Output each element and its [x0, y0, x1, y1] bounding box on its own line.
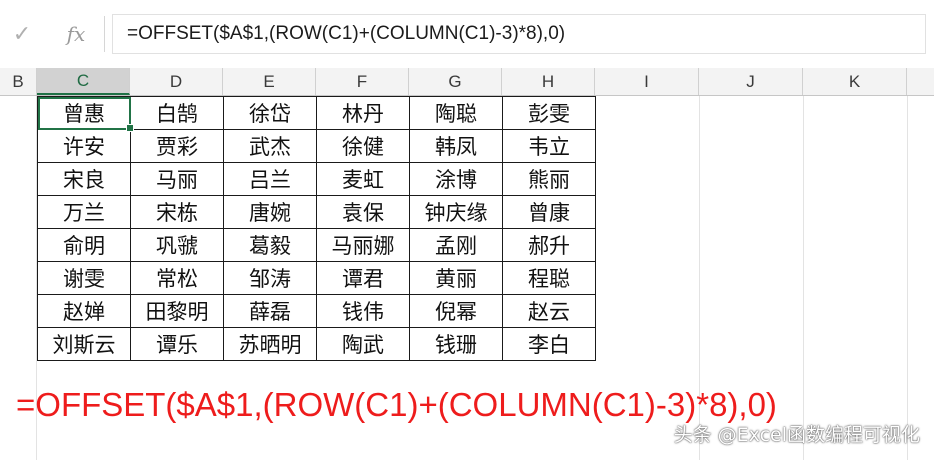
- formula-annotation: =OFFSET($A$1,(ROW(C1)+(COLUMN(C1)-3)*8),…: [16, 386, 777, 423]
- cell[interactable]: 俞明: [37, 228, 131, 262]
- fill-handle[interactable]: [126, 124, 134, 132]
- cell[interactable]: 麦虹: [316, 162, 410, 196]
- cell[interactable]: 薛磊: [223, 294, 317, 328]
- column-header-e[interactable]: E: [223, 68, 316, 95]
- cell[interactable]: 倪幂: [409, 294, 503, 328]
- cell[interactable]: 贾彩: [130, 129, 224, 163]
- table-row: 俞明 巩虢 葛毅 马丽娜 孟刚 郝升: [37, 228, 596, 262]
- column-header-d[interactable]: D: [130, 68, 223, 95]
- cell[interactable]: 涂博: [409, 162, 503, 196]
- cell[interactable]: 马丽娜: [316, 228, 410, 262]
- column-header-f[interactable]: F: [316, 68, 409, 95]
- cell[interactable]: 赵云: [502, 294, 596, 328]
- gridline: [907, 96, 908, 460]
- cell[interactable]: 谭君: [316, 261, 410, 295]
- column-header-j[interactable]: J: [699, 68, 803, 95]
- cell[interactable]: 宋良: [37, 162, 131, 196]
- gridline: [803, 96, 804, 460]
- cell[interactable]: 徐岱: [223, 96, 317, 130]
- cell[interactable]: 郝升: [502, 228, 596, 262]
- watermark: 头条 @Excel函数编程可视化: [673, 424, 920, 446]
- column-header-i[interactable]: I: [595, 68, 699, 95]
- cell[interactable]: 彭雯: [502, 96, 596, 130]
- cell[interactable]: 钟庆缘: [409, 195, 503, 229]
- table-row: 谢雯 常松 邹涛 谭君 黄丽 程聪: [37, 261, 596, 295]
- cell[interactable]: 邹涛: [223, 261, 317, 295]
- cell[interactable]: 万兰: [37, 195, 131, 229]
- cell[interactable]: 苏晒明: [223, 327, 317, 361]
- confirm-check-icon[interactable]: ✓: [2, 10, 42, 58]
- cell[interactable]: 葛毅: [223, 228, 317, 262]
- cell[interactable]: 刘斯云: [37, 327, 131, 361]
- formula-bar-divider: [104, 16, 105, 52]
- cell[interactable]: 韩凤: [409, 129, 503, 163]
- cell[interactable]: 林丹: [316, 96, 410, 130]
- cell[interactable]: 吕兰: [223, 162, 317, 196]
- cell[interactable]: 陶聪: [409, 96, 503, 130]
- cell[interactable]: 马丽: [130, 162, 224, 196]
- cell[interactable]: 宋栋: [130, 195, 224, 229]
- cell[interactable]: 曾康: [502, 195, 596, 229]
- cell[interactable]: 赵婵: [37, 294, 131, 328]
- cell[interactable]: 巩虢: [130, 228, 224, 262]
- column-header-c[interactable]: C: [37, 68, 130, 95]
- cell[interactable]: 谭乐: [130, 327, 224, 361]
- column-header-g[interactable]: G: [409, 68, 502, 95]
- cell[interactable]: 程聪: [502, 261, 596, 295]
- table-row: 刘斯云 谭乐 苏晒明 陶武 钱珊 李白: [37, 327, 596, 361]
- names-table: 曾惠 白鹄 徐岱 林丹 陶聪 彭雯 许安 贾彩 武杰 徐健 韩凤 韦立 宋良 马…: [37, 96, 596, 361]
- column-header-b[interactable]: B: [0, 68, 37, 95]
- cell[interactable]: 黄丽: [409, 261, 503, 295]
- insert-function-icon[interactable]: fx: [56, 10, 96, 58]
- cell[interactable]: 陶武: [316, 327, 410, 361]
- cell[interactable]: 谢雯: [37, 261, 131, 295]
- column-header-k[interactable]: K: [803, 68, 907, 95]
- cell-c1[interactable]: 曾惠: [37, 96, 131, 130]
- cell[interactable]: 熊丽: [502, 162, 596, 196]
- cell[interactable]: 钱伟: [316, 294, 410, 328]
- cell[interactable]: 袁保: [316, 195, 410, 229]
- cell[interactable]: 唐婉: [223, 195, 317, 229]
- cell[interactable]: 孟刚: [409, 228, 503, 262]
- cell[interactable]: 常松: [130, 261, 224, 295]
- table-row: 赵婵 田黎明 薛磊 钱伟 倪幂 赵云: [37, 294, 596, 328]
- column-header-h[interactable]: H: [502, 68, 595, 95]
- table-row: 曾惠 白鹄 徐岱 林丹 陶聪 彭雯: [37, 96, 596, 130]
- table-row: 许安 贾彩 武杰 徐健 韩凤 韦立: [37, 129, 596, 163]
- column-header-row: B C D E F G H I J K: [0, 68, 934, 96]
- cell[interactable]: 李白: [502, 327, 596, 361]
- cell[interactable]: 韦立: [502, 129, 596, 163]
- cell[interactable]: 白鹄: [130, 96, 224, 130]
- cell[interactable]: 许安: [37, 129, 131, 163]
- cell[interactable]: 钱珊: [409, 327, 503, 361]
- formula-input[interactable]: =OFFSET($A$1,(ROW(C1)+(COLUMN(C1)-3)*8),…: [112, 14, 926, 54]
- cell[interactable]: 田黎明: [130, 294, 224, 328]
- table-row: 宋良 马丽 吕兰 麦虹 涂博 熊丽: [37, 162, 596, 196]
- cell[interactable]: 武杰: [223, 129, 317, 163]
- cell[interactable]: 徐健: [316, 129, 410, 163]
- formula-bar: ✓ fx =OFFSET($A$1,(ROW(C1)+(COLUMN(C1)-3…: [0, 0, 934, 69]
- table-row: 万兰 宋栋 唐婉 袁保 钟庆缘 曾康: [37, 195, 596, 229]
